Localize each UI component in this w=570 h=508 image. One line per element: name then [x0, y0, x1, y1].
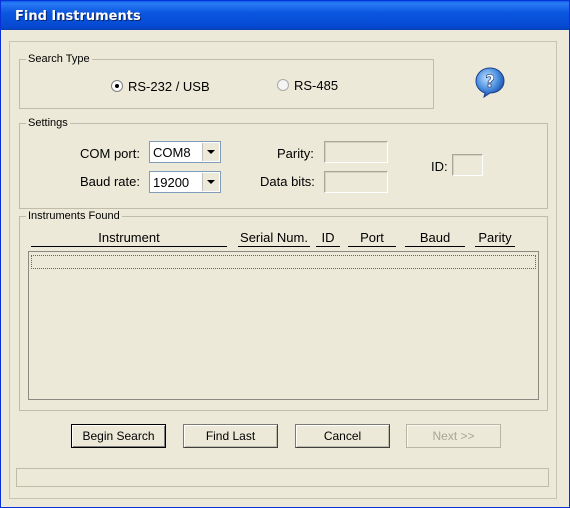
column-underline	[348, 246, 396, 247]
column-underline	[238, 246, 310, 247]
parity-field[interactable]	[324, 141, 388, 163]
parity-label: Parity:	[277, 146, 314, 161]
id-field[interactable]	[452, 154, 483, 176]
data-bits-label: Data bits:	[260, 174, 315, 189]
baud-rate-value: 19200	[153, 175, 190, 190]
svg-text:?: ?	[485, 72, 495, 92]
column-underline	[475, 246, 515, 247]
cancel-button[interactable]: Cancel	[295, 424, 390, 448]
rs485-radio[interactable]	[277, 79, 289, 91]
com-port-label: COM port:	[80, 146, 140, 161]
column-underline	[316, 246, 340, 247]
rs485-label[interactable]: RS-485	[294, 78, 338, 93]
column-underline	[31, 246, 227, 247]
title-bar[interactable]: Find Instruments	[1, 1, 569, 30]
id-label: ID:	[431, 159, 448, 174]
column-header-port[interactable]: Port	[348, 230, 396, 245]
column-header-baud[interactable]: Baud	[405, 230, 465, 245]
next-button[interactable]: Next >>	[406, 424, 501, 448]
baud-rate-dropdown-arrow-icon[interactable]	[202, 173, 219, 191]
com-port-select[interactable]: COM8	[149, 141, 221, 163]
baud-rate-select[interactable]: 19200	[149, 171, 221, 193]
list-focus-row[interactable]	[31, 255, 536, 269]
instruments-list[interactable]	[28, 251, 539, 400]
column-header-parity[interactable]: Parity	[475, 230, 515, 245]
window-title: Find Instruments	[15, 9, 141, 24]
com-port-dropdown-arrow-icon[interactable]	[202, 143, 219, 161]
rs232-usb-label[interactable]: RS-232 / USB	[128, 79, 210, 94]
column-underline	[405, 246, 465, 247]
search-type-group: Search Type	[19, 53, 434, 109]
baud-rate-label: Baud rate:	[80, 174, 140, 189]
find-instruments-window: Find Instruments Search Type RS-232 / US…	[0, 0, 570, 508]
com-port-value: COM8	[153, 145, 191, 160]
rs232-usb-radio[interactable]	[111, 80, 123, 92]
column-header-instrument[interactable]: Instrument	[31, 230, 227, 245]
column-header-id[interactable]: ID	[316, 230, 340, 245]
settings-legend: Settings	[28, 117, 68, 129]
status-bar	[16, 468, 549, 487]
data-bits-field[interactable]	[324, 171, 388, 193]
column-header-serial-num[interactable]: Serial Num.	[238, 230, 310, 245]
search-type-legend: Search Type	[28, 53, 90, 65]
find-last-button[interactable]: Find Last	[183, 424, 278, 448]
begin-search-button[interactable]: Begin Search	[71, 424, 166, 448]
help-icon[interactable]: ?	[474, 66, 506, 98]
instruments-found-legend: Instruments Found	[28, 210, 120, 222]
